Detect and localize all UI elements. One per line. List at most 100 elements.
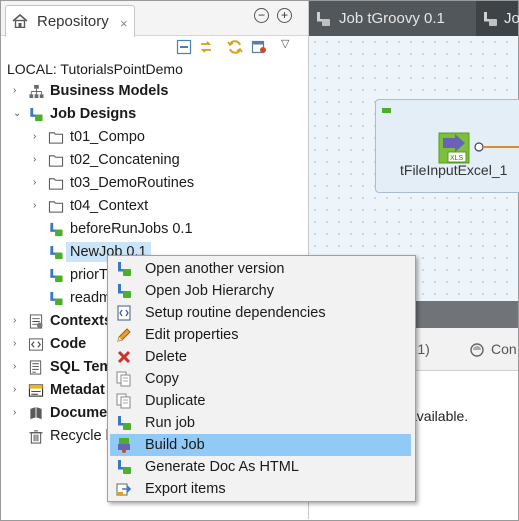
menu-item-label: Copy bbox=[145, 371, 179, 387]
tree-item[interactable]: › t01_Compo bbox=[1, 127, 301, 147]
component-box[interactable]: XLS tFileInputExcel_1 bbox=[375, 99, 519, 193]
contexts-icon bbox=[29, 314, 43, 329]
editor-tabbar: Job tGroovy 0.1 Jo bbox=[309, 1, 519, 36]
menu-item-label: Export items bbox=[145, 481, 226, 497]
expand-arrow-icon[interactable]: › bbox=[33, 196, 43, 216]
job-icon bbox=[317, 12, 330, 26]
menu-item-label: Build Job bbox=[145, 437, 205, 453]
menu-item-label: Open another version bbox=[145, 261, 285, 277]
duplicate-icon bbox=[116, 393, 131, 409]
tree-item[interactable]: › t02_Concatening bbox=[1, 150, 301, 170]
expand-arrow-icon[interactable]: › bbox=[33, 173, 43, 193]
link-with-editor-icon[interactable] bbox=[198, 39, 214, 55]
tree-item-label: t01_Compo bbox=[70, 129, 145, 145]
tree-item-label: t02_Concatening bbox=[70, 152, 180, 168]
minimize-icon[interactable]: − bbox=[254, 8, 269, 23]
tree-item[interactable]: ⌄ Job Designs bbox=[1, 104, 301, 124]
maximize-icon[interactable]: + bbox=[277, 8, 292, 23]
documentation-icon bbox=[30, 406, 42, 420]
close-icon[interactable]: × bbox=[120, 16, 128, 31]
component-link-line bbox=[484, 146, 519, 148]
tree-item-label: priorT bbox=[70, 267, 108, 283]
tree-item-label: t04_Context bbox=[70, 198, 149, 214]
sql-templates-icon bbox=[29, 360, 42, 375]
job-hierarchy-icon bbox=[118, 284, 131, 298]
menu-item-label: Edit properties bbox=[145, 327, 239, 343]
editor-tab-second[interactable]: Jo bbox=[476, 1, 519, 36]
menu-item[interactable]: Open Job Hierarchy bbox=[110, 280, 411, 302]
menu-item[interactable]: Generate Doc As HTML bbox=[110, 456, 411, 478]
tree-item[interactable]: › t04_Context bbox=[1, 196, 301, 216]
delete-x-icon bbox=[117, 350, 131, 364]
menu-item-label: Run job bbox=[145, 415, 195, 431]
menu-item-label: Setup routine dependencies bbox=[145, 305, 326, 321]
tree-item-label: Recycle b bbox=[50, 428, 114, 444]
tree-item-label: Contexts bbox=[50, 313, 113, 329]
collapse-arrow-icon[interactable]: ⌄ bbox=[13, 104, 23, 124]
routine-dependencies-icon bbox=[117, 305, 131, 321]
tree-item-label: beforeRunJobs 0.1 bbox=[70, 221, 193, 237]
tree-item[interactable]: beforeRunJobs 0.1 bbox=[1, 219, 301, 239]
folder-icon bbox=[48, 155, 64, 167]
job-designs-icon bbox=[30, 107, 43, 122]
tree-item-label: Code bbox=[50, 336, 87, 352]
component-status-indicator bbox=[382, 108, 391, 113]
repository-tabbar: Repository × − + bbox=[1, 1, 308, 37]
tree-item[interactable]: › Business Models bbox=[1, 81, 301, 101]
view-menu-icon[interactable]: ▽ bbox=[281, 37, 289, 50]
generate-doc-icon bbox=[118, 460, 131, 474]
menu-item[interactable]: Copy bbox=[110, 368, 411, 390]
menu-item-label: Open Job Hierarchy bbox=[145, 283, 274, 299]
menu-item[interactable]: Setup routine dependencies bbox=[110, 302, 411, 324]
menu-item[interactable]: Export items bbox=[110, 478, 411, 500]
folder-icon bbox=[48, 178, 64, 190]
recycle-bin-icon bbox=[29, 430, 43, 444]
business-models-icon bbox=[29, 84, 44, 99]
repository-toolbar: ▽ bbox=[1, 36, 308, 60]
expand-arrow-icon[interactable]: › bbox=[13, 334, 23, 354]
menu-item[interactable]: Duplicate bbox=[110, 390, 411, 412]
lower-tab-label[interactable]: Con bbox=[491, 341, 517, 357]
repository-tab[interactable]: Repository × bbox=[5, 5, 135, 37]
menu-item[interactable]: Open another version bbox=[110, 258, 411, 280]
expand-arrow-icon[interactable]: › bbox=[13, 403, 23, 423]
menu-item-label: Delete bbox=[145, 349, 187, 365]
xls-badge: XLS bbox=[450, 155, 464, 162]
editor-tab-active[interactable]: Job tGroovy 0.1 bbox=[309, 1, 476, 36]
tree-item-label: Business Models bbox=[50, 83, 169, 99]
expand-arrow-icon[interactable]: › bbox=[13, 311, 23, 331]
expand-arrow-icon[interactable]: › bbox=[33, 127, 43, 147]
lower-panel-text: available. bbox=[409, 408, 469, 424]
repository-tab-title: Repository bbox=[37, 13, 109, 30]
tree-item-label: SQL Tem bbox=[50, 359, 113, 375]
folder-icon bbox=[48, 132, 64, 144]
project-label: LOCAL: TutorialsPointDemo bbox=[7, 61, 183, 77]
job-version-icon bbox=[118, 262, 131, 276]
tree-item-label: Metadat bbox=[50, 382, 105, 398]
copy-icon bbox=[116, 371, 131, 387]
run-job-icon bbox=[118, 416, 131, 430]
job-icon bbox=[50, 268, 63, 283]
job-icon bbox=[50, 222, 63, 237]
menu-item-label: Duplicate bbox=[145, 393, 206, 409]
expand-arrow-icon[interactable]: › bbox=[13, 81, 23, 101]
context-tab-icon bbox=[470, 343, 484, 357]
expand-arrow-icon[interactable]: › bbox=[13, 357, 23, 377]
menu-item[interactable]: Build Job bbox=[110, 434, 411, 456]
expand-arrow-icon[interactable]: › bbox=[13, 380, 23, 400]
menu-item[interactable]: Delete bbox=[110, 346, 411, 368]
metadata-icon bbox=[28, 384, 44, 397]
tree-item-label: Job Designs bbox=[50, 106, 137, 122]
menu-item[interactable]: Edit properties bbox=[110, 324, 411, 346]
build-job-icon bbox=[118, 438, 130, 453]
collapse-all-icon[interactable] bbox=[176, 39, 192, 55]
tree-item-label: readm bbox=[70, 290, 112, 306]
filter-settings-icon[interactable] bbox=[251, 39, 267, 55]
menu-item[interactable]: Run job bbox=[110, 412, 411, 434]
expand-arrow-icon[interactable]: › bbox=[33, 150, 43, 170]
edit-pencil-icon bbox=[117, 328, 131, 342]
home-icon bbox=[12, 14, 28, 28]
job-icon bbox=[50, 245, 63, 260]
tree-item[interactable]: › t03_DemoRoutines bbox=[1, 173, 301, 193]
refresh-icon[interactable] bbox=[227, 39, 243, 55]
